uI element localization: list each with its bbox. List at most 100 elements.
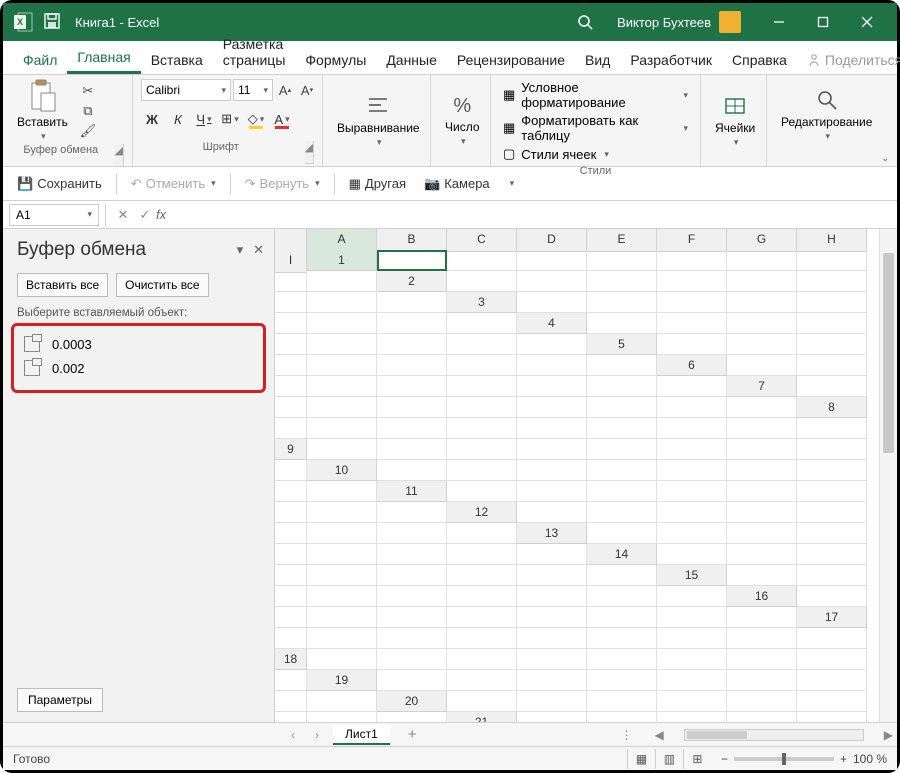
tab-developer[interactable]: Разработчик: [620, 46, 722, 74]
cell[interactable]: [447, 250, 517, 271]
cell[interactable]: [307, 565, 377, 586]
tab-review[interactable]: Рецензирование: [447, 46, 575, 74]
cell[interactable]: [307, 544, 377, 565]
cell[interactable]: [517, 586, 587, 607]
cell[interactable]: [447, 670, 517, 691]
cell[interactable]: [727, 670, 797, 691]
clipboard-params-button[interactable]: Параметры: [17, 688, 103, 712]
cell[interactable]: [275, 712, 307, 722]
tab-view[interactable]: Вид: [575, 46, 620, 74]
qat-redo-button[interactable]: ↷ Вернуть ▾: [241, 176, 324, 192]
clipboard-item[interactable]: 0.0003: [18, 332, 259, 356]
cell[interactable]: [517, 481, 587, 502]
cell[interactable]: [657, 544, 727, 565]
cell[interactable]: [517, 544, 587, 565]
column-header[interactable]: A: [307, 229, 377, 252]
minimize-button[interactable]: [757, 3, 801, 41]
row-header[interactable]: 8: [797, 397, 867, 418]
cell[interactable]: [657, 376, 727, 397]
horizontal-scrollbar[interactable]: [684, 729, 864, 741]
row-header[interactable]: 7: [727, 376, 797, 397]
cell[interactable]: [377, 565, 447, 586]
editing-button[interactable]: Редактирование▾: [775, 87, 878, 142]
fx-icon[interactable]: fx: [156, 207, 166, 222]
paste-all-button[interactable]: Вставить все: [17, 273, 108, 297]
cell[interactable]: [447, 313, 517, 334]
cell[interactable]: [447, 544, 517, 565]
cell[interactable]: [275, 691, 307, 712]
cell[interactable]: [447, 460, 517, 481]
panel-options-icon[interactable]: ▾: [237, 242, 244, 258]
cell[interactable]: [377, 586, 447, 607]
cell[interactable]: [797, 502, 867, 523]
row-header[interactable]: 6: [657, 355, 727, 376]
cancel-formula-icon[interactable]: ✕: [112, 207, 134, 223]
cell[interactable]: [377, 334, 447, 355]
name-box[interactable]: A1▾: [9, 204, 99, 226]
cell[interactable]: [657, 712, 727, 722]
row-header[interactable]: 3: [447, 292, 517, 313]
spreadsheet-grid[interactable]: ABCDEFGHI1234567891011121314151617181920…: [275, 229, 897, 722]
cell[interactable]: [275, 481, 307, 502]
cell[interactable]: [657, 481, 727, 502]
cell[interactable]: [657, 334, 727, 355]
qat-other-button[interactable]: ▦ Другая: [345, 176, 410, 192]
cell[interactable]: [307, 586, 377, 607]
cell[interactable]: [657, 397, 727, 418]
cell[interactable]: [727, 712, 797, 722]
cell[interactable]: [727, 460, 797, 481]
cell[interactable]: [587, 460, 657, 481]
cell[interactable]: [797, 691, 867, 712]
cell[interactable]: [587, 712, 657, 722]
cell[interactable]: [307, 376, 377, 397]
column-header[interactable]: G: [727, 229, 797, 252]
cell[interactable]: [797, 334, 867, 355]
cell[interactable]: [727, 397, 797, 418]
row-header[interactable]: 5: [587, 334, 657, 355]
cell[interactable]: [727, 334, 797, 355]
cell[interactable]: [275, 376, 307, 397]
hscroll-right[interactable]: ▶: [880, 728, 897, 742]
tab-formulas[interactable]: Формулы: [295, 46, 376, 74]
cell[interactable]: [797, 712, 867, 722]
close-button[interactable]: [845, 3, 889, 41]
cell[interactable]: [587, 250, 657, 271]
cell[interactable]: [275, 670, 307, 691]
cell[interactable]: [657, 502, 727, 523]
cell[interactable]: [517, 250, 587, 271]
cell[interactable]: [657, 607, 727, 628]
cell[interactable]: [727, 292, 797, 313]
cell[interactable]: [275, 397, 307, 418]
save-icon[interactable]: [43, 12, 63, 32]
cell[interactable]: [797, 355, 867, 376]
maximize-button[interactable]: [801, 3, 845, 41]
border-button[interactable]: ⊞▾: [219, 109, 241, 129]
cell[interactable]: [727, 649, 797, 670]
zoom-in-button[interactable]: +: [840, 752, 847, 766]
cell[interactable]: [517, 460, 587, 481]
column-header[interactable]: E: [587, 229, 657, 252]
cell[interactable]: [727, 418, 797, 439]
row-header[interactable]: 21: [447, 712, 517, 722]
cell[interactable]: [377, 355, 447, 376]
cell[interactable]: [797, 313, 867, 334]
cell[interactable]: [307, 607, 377, 628]
cell[interactable]: [307, 628, 377, 649]
sheet-nav-next[interactable]: ›: [309, 728, 325, 742]
cell[interactable]: [657, 649, 727, 670]
column-header[interactable]: H: [797, 229, 867, 252]
zoom-level[interactable]: 100 %: [853, 752, 887, 766]
cell[interactable]: [657, 523, 727, 544]
column-header[interactable]: C: [447, 229, 517, 252]
font-name-select[interactable]: Calibri▾: [141, 79, 231, 101]
cell[interactable]: [727, 565, 797, 586]
cell[interactable]: [517, 439, 587, 460]
paste-button[interactable]: Вставить ▾: [11, 79, 74, 142]
zoom-out-button[interactable]: −: [721, 752, 728, 766]
column-header[interactable]: D: [517, 229, 587, 252]
copy-icon[interactable]: ⧉: [78, 102, 98, 120]
tab-page-layout[interactable]: Разметка страницы: [213, 30, 296, 74]
conditional-formatting-button[interactable]: ▦Условное форматирование▾: [499, 79, 692, 111]
cell[interactable]: [275, 628, 307, 649]
qat-undo-button[interactable]: ↶ Отменить ▾: [127, 176, 220, 192]
